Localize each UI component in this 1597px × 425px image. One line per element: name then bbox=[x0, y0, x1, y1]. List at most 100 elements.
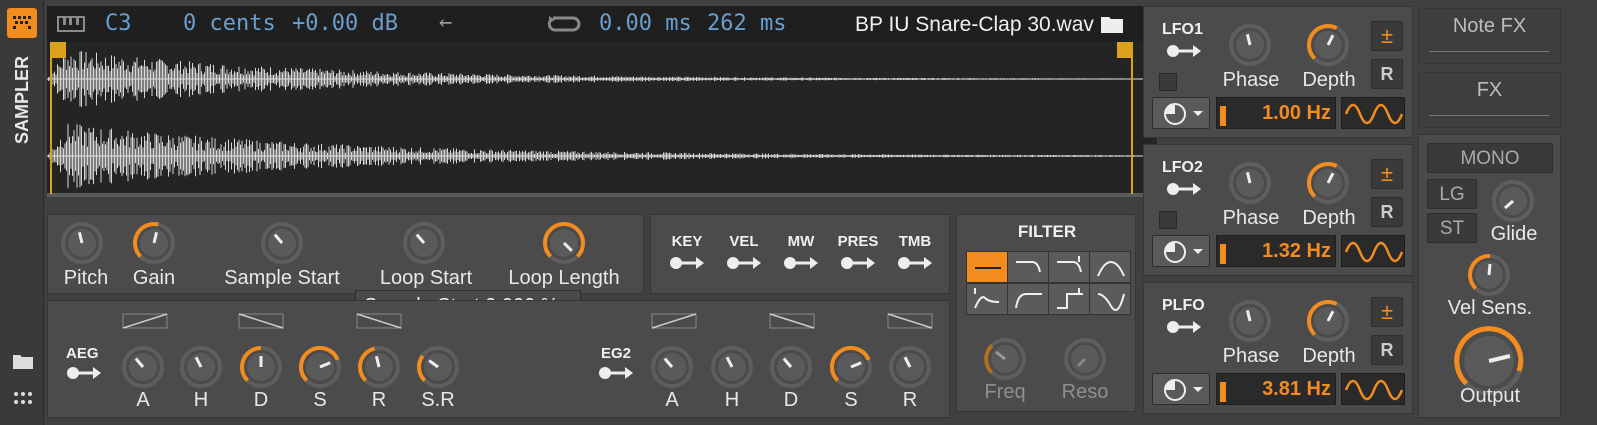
knob-gain[interactable] bbox=[132, 221, 176, 265]
filter-freq-knob[interactable] bbox=[983, 337, 1027, 381]
device-sidebar: SAMPLER bbox=[0, 0, 44, 425]
folder-icon[interactable] bbox=[12, 352, 34, 375]
lfo-retrigger-button[interactable]: R bbox=[1371, 59, 1403, 89]
lfo-rate-field[interactable]: 3.81 Hz bbox=[1216, 373, 1336, 405]
filter-notch-button[interactable] bbox=[1089, 283, 1131, 315]
lfo-retrigger-button[interactable]: R bbox=[1371, 335, 1403, 365]
lfo-mod-arrow-icon[interactable] bbox=[1166, 41, 1202, 66]
knob-sample-start[interactable] bbox=[260, 221, 304, 265]
lfo-phase-knob[interactable] bbox=[1228, 299, 1272, 343]
lfo-bipolar-button[interactable]: ± bbox=[1371, 159, 1403, 189]
aeg-h-knob[interactable] bbox=[179, 345, 223, 389]
filter-bp-button[interactable] bbox=[1089, 251, 1131, 283]
modsource-key-arrow-icon[interactable] bbox=[669, 253, 705, 278]
loop-start-value[interactable]: 0.00 ms bbox=[599, 11, 692, 36]
filter-reso-knob[interactable] bbox=[1063, 337, 1107, 381]
modsource-label-key: KEY bbox=[671, 233, 703, 250]
lfo-retrigger-button[interactable]: R bbox=[1371, 197, 1403, 227]
browse-folder-icon[interactable] bbox=[1100, 14, 1124, 39]
filter-hp-button[interactable] bbox=[1007, 283, 1049, 315]
filter-lp4-button[interactable] bbox=[1048, 251, 1090, 283]
eg2-s-knob[interactable] bbox=[829, 345, 873, 389]
sample-filename[interactable]: BP IU Snare-Clap 30.wav bbox=[855, 13, 1094, 37]
eg2-h-knob[interactable] bbox=[710, 345, 754, 389]
lfo-waveform-sine-icon[interactable] bbox=[1341, 97, 1405, 129]
fx-button[interactable]: FX bbox=[1418, 72, 1561, 128]
loop-length-value[interactable]: 262 ms bbox=[707, 11, 786, 36]
lfo-rate-value: 3.81 Hz bbox=[1262, 378, 1331, 400]
sample-start-marker[interactable] bbox=[51, 42, 66, 58]
lfo-panel-lfo2: LFO2 Phase Depth ± R 1.32 Hz bbox=[1143, 144, 1413, 276]
lfo-enable-checkbox[interactable] bbox=[1159, 211, 1177, 229]
grid-icon[interactable] bbox=[12, 390, 34, 413]
loop-icon[interactable] bbox=[547, 14, 581, 39]
lfo-mod-arrow-icon[interactable] bbox=[1166, 317, 1202, 342]
modsource-mw-arrow-icon[interactable] bbox=[783, 253, 819, 278]
mod-sources-panel: KEY VEL MW PRES TMB bbox=[650, 214, 950, 294]
lfo-depth-label: Depth bbox=[1302, 69, 1356, 91]
lfo-mode-dropdown[interactable] bbox=[1152, 373, 1210, 405]
aeg-a-knob[interactable] bbox=[121, 345, 165, 389]
aeg-s-knob[interactable] bbox=[298, 345, 342, 389]
sample-end-marker[interactable] bbox=[1117, 42, 1132, 58]
lfo-bipolar-button[interactable]: ± bbox=[1371, 297, 1403, 327]
aeg-d-knob[interactable] bbox=[239, 345, 283, 389]
device-title: SAMPLER bbox=[12, 56, 32, 145]
lfo-rate-value: 1.00 Hz bbox=[1262, 102, 1331, 124]
knob-loop-length[interactable] bbox=[542, 221, 586, 265]
aeg-r-label: R bbox=[371, 389, 387, 411]
lfo-depth-knob[interactable] bbox=[1306, 161, 1350, 205]
lg-button[interactable]: LG bbox=[1427, 179, 1477, 209]
keyboard-icon[interactable] bbox=[57, 16, 85, 37]
lfo-waveform-sine-icon[interactable] bbox=[1341, 373, 1405, 405]
note-fx-button[interactable]: Note FX bbox=[1418, 8, 1561, 64]
eg2-r-knob[interactable] bbox=[888, 345, 932, 389]
eg2-mod-arrow-icon[interactable] bbox=[598, 363, 634, 388]
lfo-rate-bar bbox=[1220, 106, 1226, 126]
filter-lp-flat-button[interactable] bbox=[966, 251, 1008, 283]
lfo-depth-knob[interactable] bbox=[1306, 23, 1350, 67]
filter-hp4-button[interactable] bbox=[1048, 283, 1090, 315]
aeg-mod-arrow-icon[interactable] bbox=[66, 363, 102, 388]
reverse-arrow-icon[interactable]: ← bbox=[439, 10, 452, 35]
cents-value[interactable]: 0 cents bbox=[183, 11, 276, 36]
modsource-pres-arrow-icon[interactable] bbox=[840, 253, 876, 278]
gain-value[interactable]: +0.00 dB bbox=[292, 11, 398, 36]
lfo-name: LFO2 bbox=[1162, 159, 1203, 176]
mono-button[interactable]: MONO bbox=[1427, 143, 1553, 173]
lfo-depth-knob[interactable] bbox=[1306, 299, 1350, 343]
lfo-depth-label: Depth bbox=[1302, 207, 1356, 229]
lfo-mod-arrow-icon[interactable] bbox=[1166, 179, 1202, 204]
aeg-sr-knob[interactable] bbox=[416, 345, 460, 389]
aeg-r-knob[interactable] bbox=[357, 345, 401, 389]
knob-pitch[interactable] bbox=[60, 221, 104, 265]
waveform-display[interactable] bbox=[47, 42, 1157, 197]
sampler-device: SAMPLER C3 0 cents +0.00 dB ← 0.00 ms 26… bbox=[0, 0, 1597, 425]
lfo-rate-bar bbox=[1220, 244, 1226, 264]
root-note[interactable]: C3 bbox=[105, 11, 132, 36]
glide-knob[interactable] bbox=[1491, 179, 1535, 223]
knob-loop-start[interactable] bbox=[402, 221, 446, 265]
vel-sens-knob[interactable] bbox=[1467, 253, 1511, 297]
lfo-mode-dropdown[interactable] bbox=[1152, 235, 1210, 267]
lfo-enable-checkbox[interactable] bbox=[1159, 73, 1177, 91]
lfo-phase-knob[interactable] bbox=[1228, 23, 1272, 67]
lfo-phase-knob[interactable] bbox=[1228, 161, 1272, 205]
env-shape-icon bbox=[887, 313, 933, 334]
st-button[interactable]: ST bbox=[1427, 213, 1477, 243]
eg2-d-knob[interactable] bbox=[769, 345, 813, 389]
modsource-tmb-arrow-icon[interactable] bbox=[897, 253, 933, 278]
lfo-rate-field[interactable]: 1.00 Hz bbox=[1216, 97, 1336, 129]
lfo-waveform-sine-icon[interactable] bbox=[1341, 235, 1405, 267]
filter-lp4-peak-button[interactable] bbox=[966, 283, 1008, 315]
modsource-vel-arrow-icon[interactable] bbox=[726, 253, 762, 278]
lfo-mode-dropdown[interactable] bbox=[1152, 97, 1210, 129]
lfo-name: LFO1 bbox=[1162, 21, 1203, 38]
sampler-icon[interactable] bbox=[7, 8, 37, 38]
filter-lp-button[interactable] bbox=[1007, 251, 1049, 283]
eg2-a-knob[interactable] bbox=[650, 345, 694, 389]
lfo-rate-value: 1.32 Hz bbox=[1262, 240, 1331, 262]
lfo-bipolar-button[interactable]: ± bbox=[1371, 21, 1403, 51]
eg2-d-label: D bbox=[783, 389, 799, 411]
lfo-rate-field[interactable]: 1.32 Hz bbox=[1216, 235, 1336, 267]
